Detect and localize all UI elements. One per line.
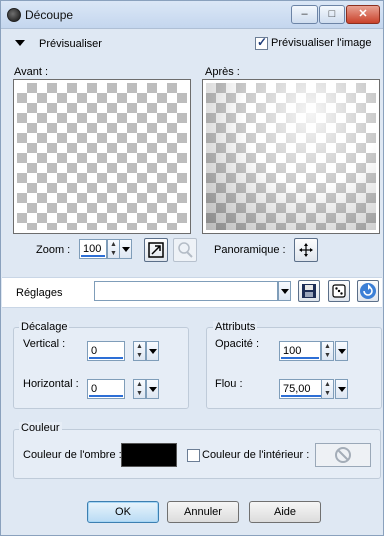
ok-button[interactable]: OK [87, 501, 159, 523]
preview-toggle-label[interactable]: Prévisualiser [39, 38, 102, 50]
zoom-fit-button[interactable] [144, 238, 168, 262]
inside-color-swatch[interactable] [315, 443, 371, 467]
opacity-level-bar [281, 357, 319, 359]
collapse-arrow-icon[interactable] [15, 40, 25, 46]
preview-image-label[interactable]: Prévisualiser l'image [271, 37, 372, 49]
preview-image-checkbox[interactable] [255, 35, 268, 50]
vertical-value: 0 [91, 345, 98, 357]
opacity-value: 100 [283, 345, 302, 357]
window-title: Découpe [25, 8, 74, 22]
opacity-dropdown[interactable] [335, 341, 348, 361]
reset-arrow-icon [360, 283, 376, 299]
after-label: Après : [205, 66, 240, 78]
close-button[interactable]: ✕ [346, 5, 380, 24]
randomize-button[interactable] [328, 280, 350, 302]
vertical-level-bar [89, 357, 123, 359]
cutout-dialog: Découpe – □ ✕ Prévisualiser Prévisualise… [0, 0, 384, 536]
opacity-spinner[interactable]: ▲ ▼ [321, 341, 334, 361]
move-cross-icon [299, 243, 313, 257]
magnifier-icon [178, 242, 193, 258]
after-checkerboard [206, 83, 376, 230]
shadow-color-label: Couleur de l'ombre : [23, 449, 122, 461]
horizontal-spinner[interactable]: ▲ ▼ [133, 379, 146, 399]
zoom-level-bar [81, 255, 105, 257]
blur-label: Flou : [215, 378, 243, 390]
opacity-field[interactable]: 100 [279, 341, 321, 361]
presets-dropdown[interactable] [278, 281, 291, 301]
zoom-field[interactable]: 100 [79, 239, 107, 259]
horizontal-dropdown[interactable] [146, 379, 159, 399]
zoom-dropdown[interactable] [119, 239, 132, 259]
inside-color-checkbox[interactable] [187, 449, 200, 462]
dice-icon [332, 284, 346, 298]
title-bar[interactable]: Découpe – □ ✕ [1, 1, 383, 29]
blur-dropdown[interactable] [335, 379, 348, 399]
reset-button[interactable] [357, 280, 379, 302]
help-button[interactable]: Aide [249, 501, 321, 523]
pan-button[interactable] [294, 238, 318, 262]
vertical-label: Vertical : [23, 338, 66, 350]
presets-combo[interactable] [94, 281, 278, 301]
blur-spinner[interactable]: ▲ ▼ [321, 379, 334, 399]
zoom-fit-icon [148, 242, 164, 258]
save-preset-button[interactable] [298, 280, 320, 302]
blur-value: 75,00 [283, 383, 311, 395]
app-icon [7, 8, 21, 22]
minimize-button[interactable]: – [291, 5, 318, 24]
before-preview[interactable] [13, 79, 191, 234]
zoom-label: Zoom : [36, 244, 71, 256]
attributes-title: Attributs [213, 321, 258, 333]
horizontal-label: Horizontal : [23, 378, 79, 390]
after-preview[interactable] [202, 79, 380, 234]
cancel-button[interactable]: Annuler [167, 501, 239, 523]
horizontal-field[interactable]: 0 [87, 379, 125, 399]
offset-title: Décalage [19, 321, 70, 333]
zoom-actual-button[interactable] [173, 238, 197, 262]
presets-label: Réglages [16, 287, 63, 299]
opacity-label: Opacité : [215, 338, 260, 350]
before-label: Avant : [14, 66, 49, 78]
shadow-color-swatch[interactable] [121, 443, 177, 467]
color-title: Couleur [19, 422, 62, 434]
before-checkerboard [17, 83, 187, 230]
zoom-value: 100 [83, 243, 102, 255]
no-color-icon [335, 447, 351, 463]
horizontal-value: 0 [91, 383, 98, 395]
maximize-button[interactable]: □ [319, 5, 345, 24]
vertical-spinner[interactable]: ▲ ▼ [133, 341, 146, 361]
horizontal-level-bar [89, 395, 123, 397]
inside-color-label[interactable]: Couleur de l'intérieur : [202, 449, 309, 461]
save-icon [302, 284, 316, 298]
vertical-dropdown[interactable] [146, 341, 159, 361]
pan-label: Panoramique : [214, 244, 286, 256]
vertical-field[interactable]: 0 [87, 341, 125, 361]
